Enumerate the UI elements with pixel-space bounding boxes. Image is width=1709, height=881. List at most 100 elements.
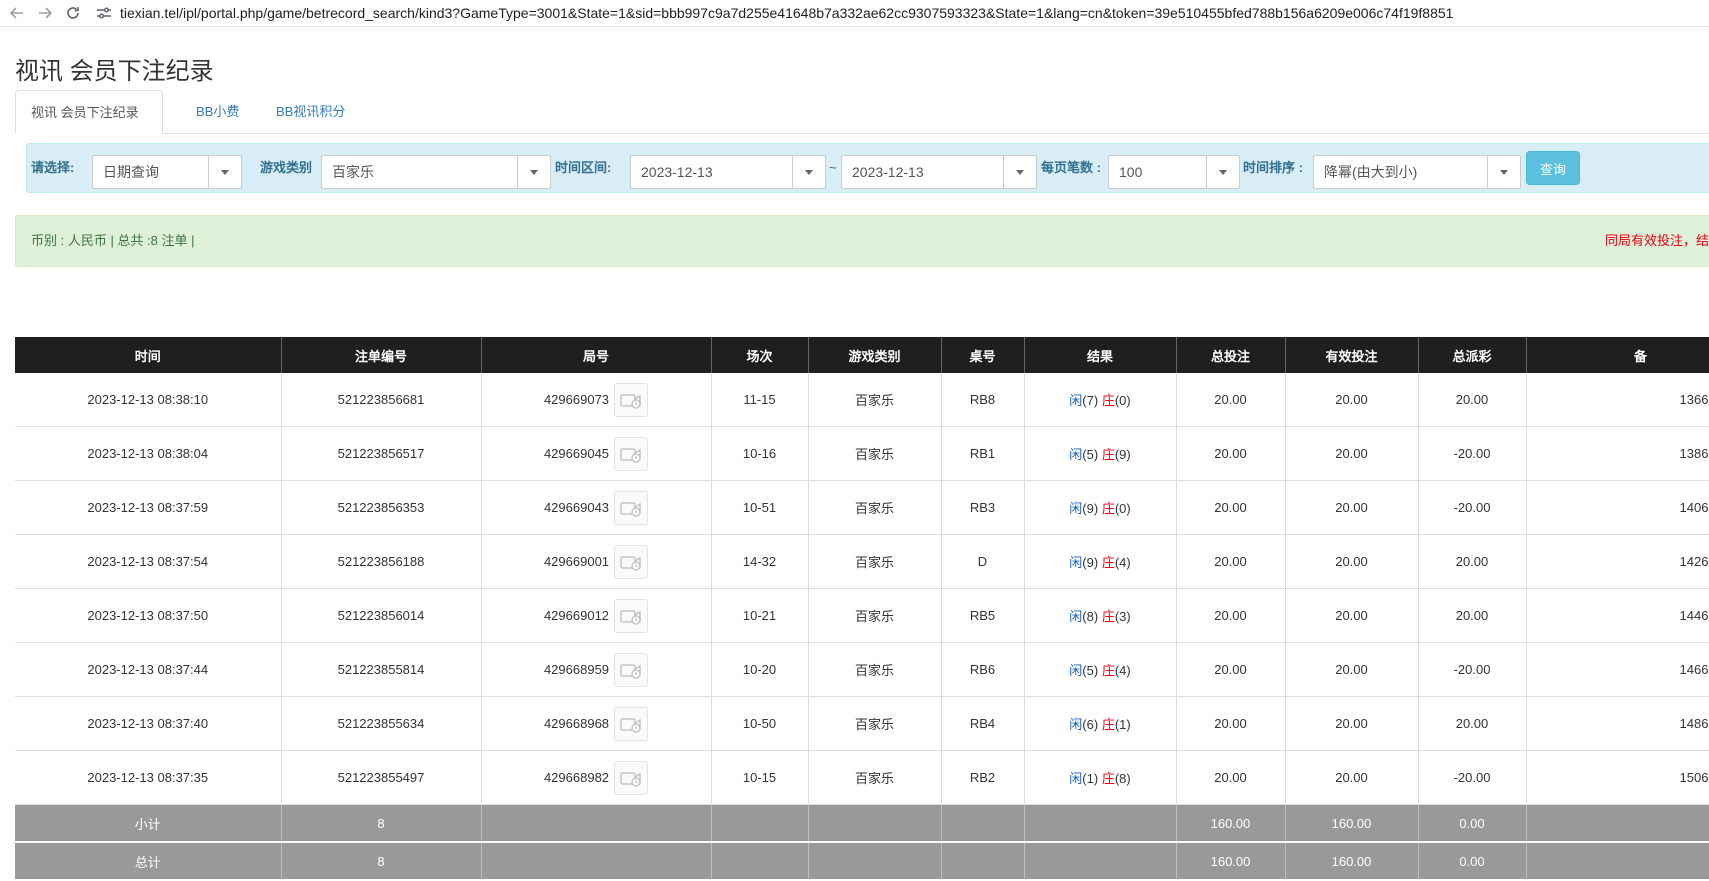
site-info-icon[interactable]: [94, 3, 114, 23]
valid-bet-cell: 20.00: [1285, 696, 1419, 751]
valid-bet-cell: 20.00: [1285, 588, 1419, 643]
column-header: 总投注: [1176, 337, 1286, 373]
banker-label: 庄: [1101, 771, 1115, 786]
game-type-cell: 百家乐: [808, 480, 942, 535]
banker-score: (8): [1114, 771, 1131, 786]
table-number-cell: RB3: [941, 480, 1025, 535]
result-cell: 闲(8) 庄(3): [1024, 588, 1177, 643]
video-replay-icon[interactable]: [614, 598, 649, 633]
column-header: 结果: [1024, 337, 1177, 373]
session-cell: 10-21: [711, 588, 809, 643]
tab-bet-records[interactable]: 视讯 会员下注纪录: [15, 90, 163, 134]
result-cell: 闲(1) 庄(8): [1024, 750, 1177, 805]
footer-empty: [1024, 804, 1177, 843]
session-cell: 10-50: [711, 696, 809, 751]
total-bet-link[interactable]: 20.00: [1176, 750, 1286, 805]
balance-cell: 1426.45: [1526, 534, 1709, 589]
footer-valid-bet: 160.00: [1285, 804, 1419, 843]
total-bet-link[interactable]: 20.00: [1176, 480, 1286, 535]
query-type-select[interactable]: 日期查询: [92, 155, 242, 189]
reload-icon[interactable]: [62, 2, 84, 24]
round-wrapper: 429668968: [482, 706, 711, 741]
video-replay-icon[interactable]: [614, 706, 649, 741]
bet-number-cell: 521223855634: [281, 696, 482, 751]
back-arrow-icon[interactable]: [6, 2, 28, 24]
video-replay-icon[interactable]: [614, 652, 649, 687]
total-bet-link[interactable]: 20.00: [1176, 426, 1286, 481]
time-cell: 2023-12-13 08:37:40: [15, 696, 282, 751]
banker-label: 庄: [1101, 447, 1115, 462]
player-label: 闲: [1069, 717, 1083, 732]
round-wrapper: 429668959: [482, 652, 711, 687]
bet-records-table: 时间 注单编号 局号 场次 游戏类别 桌号 结果 总投注 有效投注 总派彩备 2023-12-13…: [15, 337, 1709, 881]
time-cell: 2023-12-13 08:37:50: [15, 588, 282, 643]
balance-cell: 1506.45: [1526, 750, 1709, 805]
video-replay-icon[interactable]: [614, 382, 649, 417]
time-cell: 2023-12-13 08:37:59: [15, 480, 282, 535]
total-bet-link[interactable]: 20.00: [1176, 588, 1286, 643]
footer-empty: [481, 804, 712, 843]
forward-arrow-icon[interactable]: [34, 2, 56, 24]
result-cell: 闲(5) 庄(9): [1024, 426, 1177, 481]
video-replay-icon[interactable]: [614, 490, 649, 525]
total-bet-link[interactable]: 20.00: [1176, 534, 1286, 589]
video-replay-icon[interactable]: [614, 544, 649, 579]
valid-bet-cell: 20.00: [1285, 373, 1419, 427]
result-cell: 闲(7) 庄(0): [1024, 373, 1177, 427]
result-cell: 闲(9) 庄(4): [1024, 534, 1177, 589]
summary-text: 币别 : 人民币 | 总共 :8 注单 |: [31, 233, 195, 248]
round-wrapper: 429669001: [482, 544, 711, 579]
game-type-select[interactable]: 百家乐: [321, 155, 551, 189]
video-replay-icon[interactable]: [614, 760, 649, 795]
round-cell: 429669043: [481, 480, 712, 535]
footer-empty: [1526, 842, 1709, 881]
round-wrapper: 429668982: [482, 760, 711, 795]
table-number-cell: RB6: [941, 642, 1025, 697]
footer-empty: [711, 842, 809, 881]
game-type-cell: 百家乐: [808, 588, 942, 643]
player-score: (6): [1082, 717, 1099, 732]
end-date-select[interactable]: 2023-12-13: [841, 155, 1037, 189]
per-page-select[interactable]: 100: [1108, 155, 1240, 189]
table-number-cell: RB4: [941, 696, 1025, 751]
table-number-cell: RB1: [941, 426, 1025, 481]
chevron-down-icon: [1487, 156, 1520, 188]
footer-label: 总计: [15, 842, 282, 881]
bet-number-cell: 521223856681: [281, 373, 482, 427]
query-button[interactable]: 查询: [1526, 151, 1580, 185]
table-number-cell: RB8: [941, 373, 1025, 427]
player-score: (9): [1082, 501, 1099, 516]
player-label: 闲: [1069, 555, 1083, 570]
game-type-label: 游戏类别: [260, 160, 313, 175]
total-bet-link[interactable]: 20.00: [1176, 696, 1286, 751]
video-replay-icon[interactable]: [614, 436, 649, 471]
bet-number-cell: 521223856353: [281, 480, 482, 535]
banker-label: 庄: [1101, 501, 1115, 516]
tab-bar: 视讯 会员下注纪录 BB小费 BB视讯积分: [15, 90, 1709, 134]
game-type-cell: 百家乐: [808, 750, 942, 805]
round-cell: 429669045: [481, 426, 712, 481]
address-bar-url[interactable]: tiexian.tel/ipl/portal.php/game/betrecor…: [120, 5, 1453, 21]
table-row: 2023-12-13 08:38:04 521223856517 429669045…: [15, 426, 1709, 481]
column-header: 有效投注: [1285, 337, 1419, 373]
valid-bet-cell: 20.00: [1285, 480, 1419, 535]
banker-score: (9): [1114, 447, 1131, 462]
tab-bb-tips[interactable]: BB小费: [181, 90, 254, 133]
round-number: 429669043: [543, 500, 610, 515]
filter-bar: 请选择: 日期查询 游戏类别 百家乐 时间区间: 2023-12-13 ~ 20…: [26, 143, 1709, 193]
total-bet-link[interactable]: 20.00: [1176, 642, 1286, 697]
result-cell: 闲(6) 庄(1): [1024, 696, 1177, 751]
balance-cell: 1486.45: [1526, 696, 1709, 751]
start-date-select[interactable]: 2023-12-13: [630, 155, 826, 189]
end-date-value: 2023-12-13: [852, 164, 924, 180]
player-score: (7): [1082, 393, 1099, 408]
game-type-cell: 百家乐: [808, 696, 942, 751]
round-number: 429669012: [543, 608, 610, 623]
player-label: 闲: [1069, 447, 1083, 462]
tab-bb-video-points[interactable]: BB视讯积分: [261, 90, 360, 133]
total-bet-link[interactable]: 20.00: [1176, 373, 1286, 427]
round-number: 429668959: [543, 662, 610, 677]
footer-empty: [711, 804, 809, 843]
footer-empty: [481, 842, 712, 881]
sort-select[interactable]: 降幂(由大到小): [1313, 155, 1521, 189]
